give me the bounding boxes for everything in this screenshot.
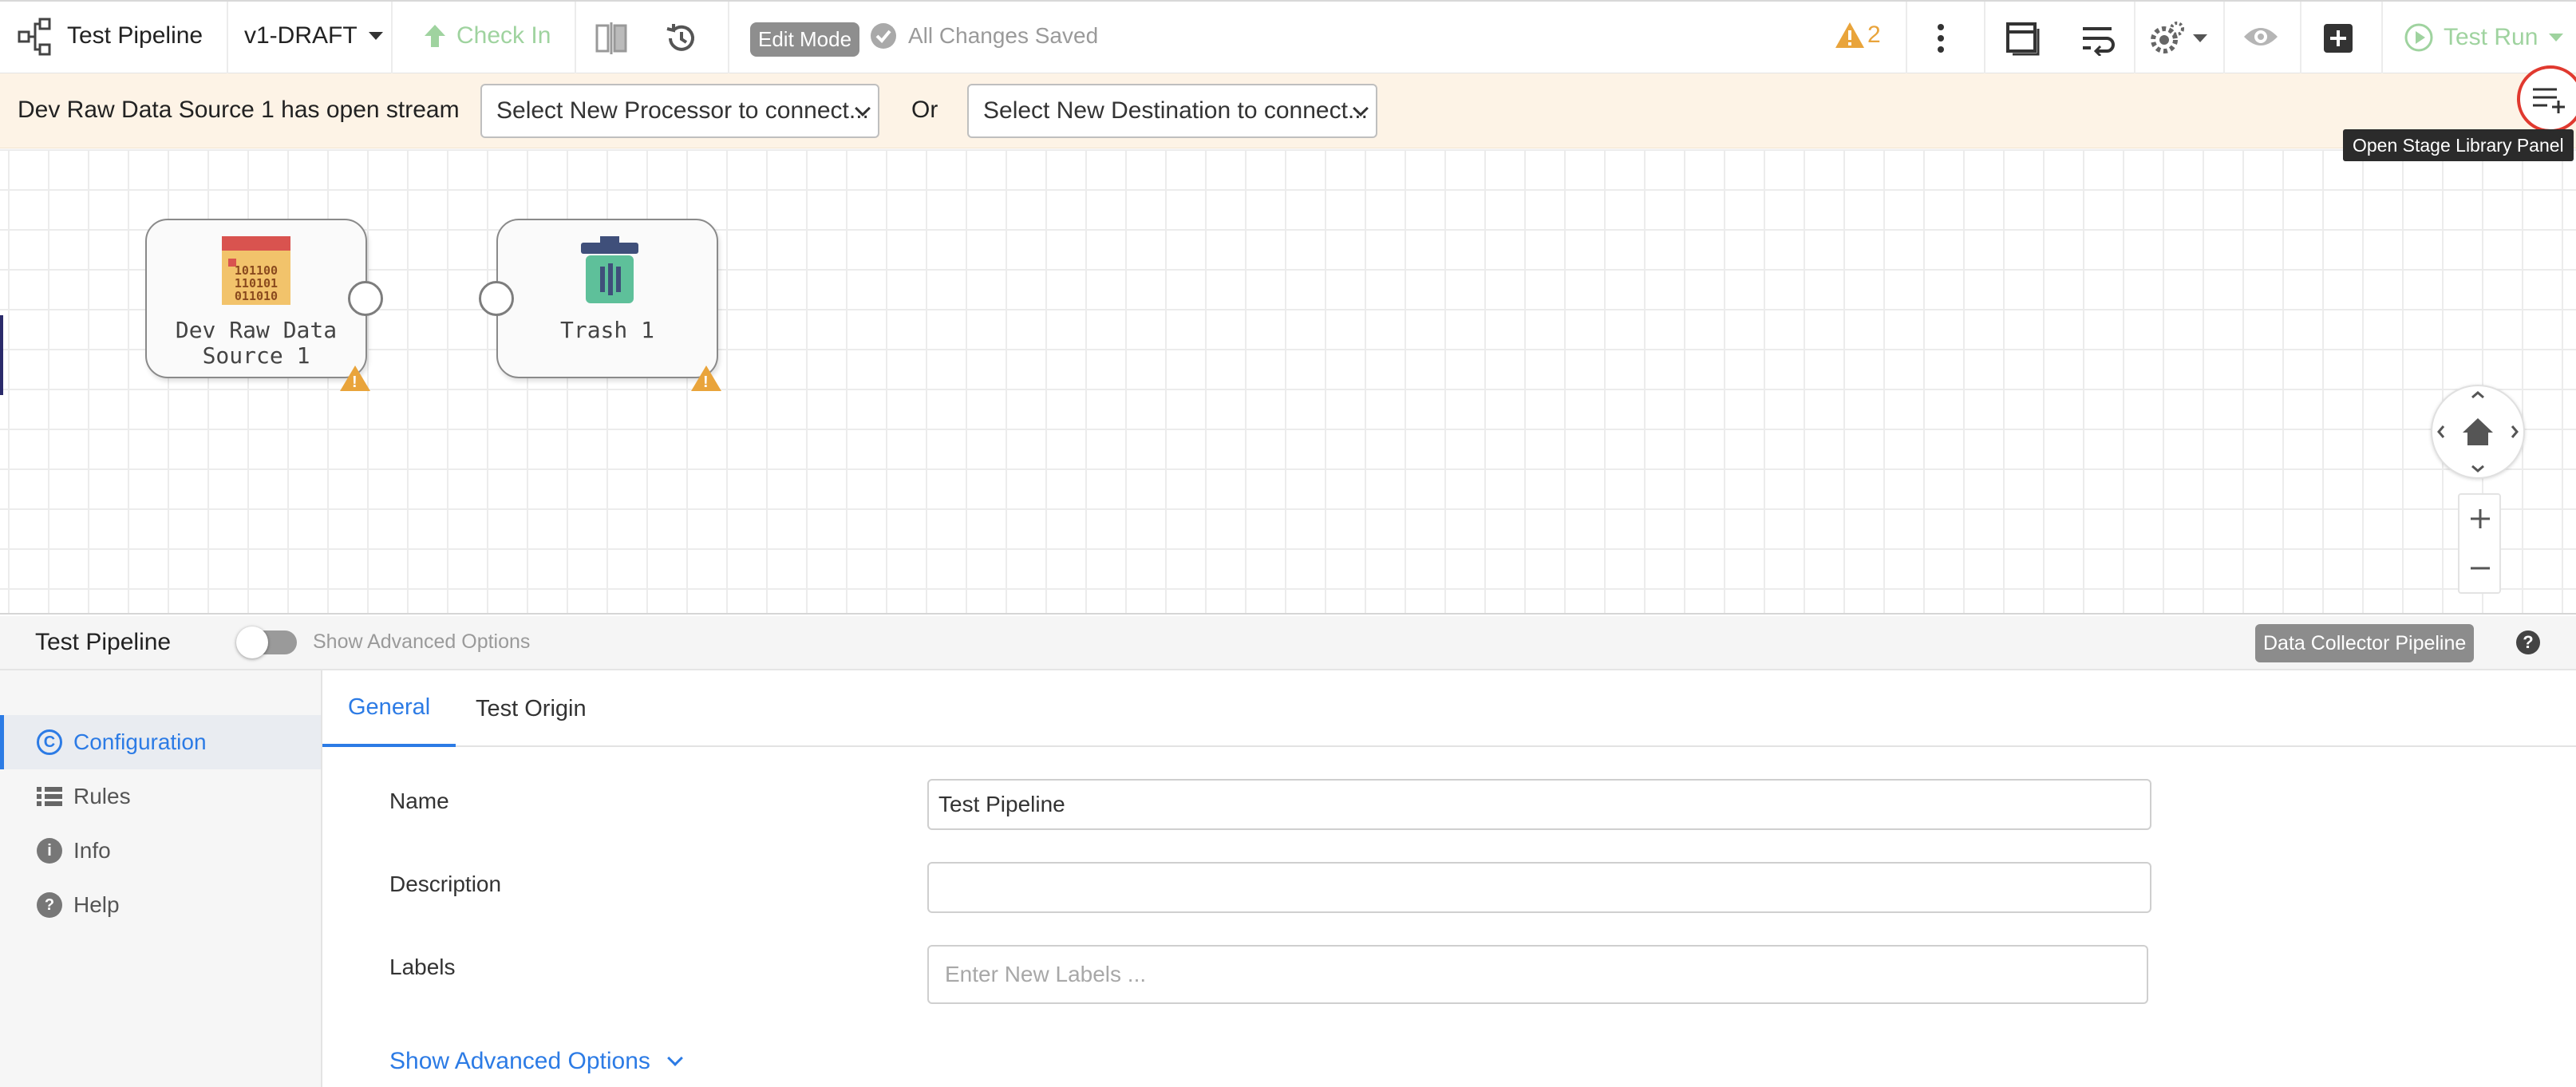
help-icon: ?	[37, 892, 62, 918]
svg-text:011010: 011010	[235, 289, 278, 303]
version-dropdown[interactable]: v1-DRAFT	[244, 22, 383, 49]
auto-arrange-icon[interactable]	[2080, 21, 2115, 56]
labels-input[interactable]	[927, 945, 2148, 1004]
more-options-icon[interactable]	[1933, 21, 1949, 56]
info-icon: i	[37, 838, 62, 864]
name-input[interactable]	[927, 779, 2151, 830]
tab-general[interactable]: General	[322, 670, 456, 747]
check-circle-icon	[871, 23, 896, 49]
issues-button[interactable]: 2	[1834, 21, 1881, 49]
stage-trash[interactable]: Trash 1	[496, 219, 718, 378]
processor-select-label: Select New Processor to connect...	[496, 97, 869, 124]
pipeline-type-badge: Data Collector Pipeline	[2255, 624, 2475, 662]
top-toolbar: Test Pipeline v1-DRAFT Check In Edit Mod…	[0, 0, 2576, 73]
stage-dev-raw-data-source[interactable]: 101100 110101 011010 Dev Raw Data Source…	[145, 219, 367, 378]
sidebar-item-label: Info	[73, 838, 111, 863]
pipeline-canvas[interactable]	[0, 149, 2576, 615]
settings-dropdown[interactable]	[2148, 19, 2207, 57]
pan-down-icon	[2471, 464, 2484, 472]
name-label: Name	[389, 789, 449, 813]
toggle-label: Show Advanced Options	[313, 630, 531, 653]
pan-control[interactable]	[2431, 385, 2525, 479]
edit-mode-badge: Edit Mode	[750, 22, 860, 57]
destination-select[interactable]: Select New Destination to connect...	[967, 84, 1377, 138]
home-icon	[2463, 418, 2493, 445]
pan-up-icon	[2471, 391, 2484, 399]
sidebar-item-label: Configuration	[73, 729, 207, 754]
pipeline-icon[interactable]	[18, 18, 53, 56]
tab-test-origin[interactable]: Test Origin	[476, 670, 587, 747]
chevron-down-icon	[666, 1050, 683, 1066]
destination-select-label: Select New Destination to connect...	[983, 97, 1368, 124]
version-label: v1-DRAFT	[244, 22, 358, 49]
check-in-label: Check In	[456, 22, 551, 49]
test-run-label: Test Run	[2444, 24, 2538, 50]
stage-label: Trash 1	[559, 317, 654, 343]
stage-label: Dev Raw Data Source 1	[175, 317, 338, 369]
chevron-down-icon	[2549, 34, 2564, 42]
sidebar-item-info[interactable]: i Info	[0, 824, 321, 878]
check-in-button[interactable]: Check In	[423, 22, 551, 49]
zoom-in-icon[interactable]	[2469, 508, 2491, 530]
list-icon	[37, 787, 62, 806]
trash-icon	[581, 236, 638, 303]
config-tabs: General Test Origin	[322, 670, 2576, 747]
chevron-down-icon	[368, 32, 383, 40]
pipeline-title: Test Pipeline	[67, 22, 203, 49]
save-status-label: All Changes Saved	[908, 23, 1099, 48]
play-circle-icon	[2404, 23, 2433, 52]
advanced-options-toggle[interactable]	[236, 627, 297, 658]
zoom-control	[2458, 493, 2501, 594]
binary-data-icon: 101100 110101 011010	[222, 236, 290, 305]
chevron-down-icon	[2193, 34, 2207, 42]
sidebar-item-help[interactable]: ? Help	[0, 878, 321, 932]
help-icon[interactable]: ?	[2516, 630, 2540, 654]
labels-label: Labels	[389, 955, 456, 979]
canvas-edge-marker	[0, 315, 3, 395]
output-port[interactable]	[348, 281, 383, 316]
history-icon[interactable]	[664, 21, 699, 56]
warning-icon	[1835, 22, 1864, 48]
issues-count: 2	[1867, 22, 1881, 48]
open-stage-library-button[interactable]	[2517, 65, 2576, 132]
stage-library-icon[interactable]	[2005, 21, 2040, 56]
show-advanced-options-link[interactable]: Show Advanced Options	[389, 1048, 683, 1075]
warning-icon[interactable]: !	[340, 366, 370, 391]
zoom-out-icon[interactable]	[2469, 557, 2491, 579]
sidebar-item-label: Help	[73, 892, 120, 917]
warning-icon[interactable]: !	[691, 366, 721, 391]
description-input[interactable]	[927, 862, 2151, 913]
input-port[interactable]	[479, 281, 514, 316]
advanced-link-label: Show Advanced Options	[389, 1048, 650, 1074]
properties-title: Test Pipeline	[35, 629, 172, 655]
test-run-button[interactable]: Test Run	[2404, 22, 2564, 53]
description-label: Description	[389, 872, 502, 896]
add-list-icon	[2533, 88, 2565, 113]
sidebar-item-configuration[interactable]: C Configuration	[0, 715, 321, 769]
pan-right-icon	[2511, 425, 2519, 438]
compare-icon[interactable]	[594, 21, 629, 56]
or-label: Or	[911, 97, 938, 123]
sidebar-item-rules[interactable]: Rules	[0, 769, 321, 824]
processor-select[interactable]: Select New Processor to connect...	[480, 84, 879, 138]
save-status: All Changes Saved	[870, 22, 1098, 49]
gears-icon	[2151, 22, 2184, 53]
configuration-icon: C	[37, 729, 62, 755]
pan-left-icon	[2437, 425, 2445, 438]
alert-message: Dev Raw Data Source 1 has open stream	[18, 97, 460, 123]
add-stage-icon[interactable]	[2322, 22, 2354, 54]
preview-eye-icon[interactable]	[2242, 24, 2279, 49]
stage-library-tooltip: Open Stage Library Panel	[2343, 129, 2574, 161]
arrow-up-icon	[425, 25, 445, 47]
sidebar-item-label: Rules	[73, 784, 131, 808]
